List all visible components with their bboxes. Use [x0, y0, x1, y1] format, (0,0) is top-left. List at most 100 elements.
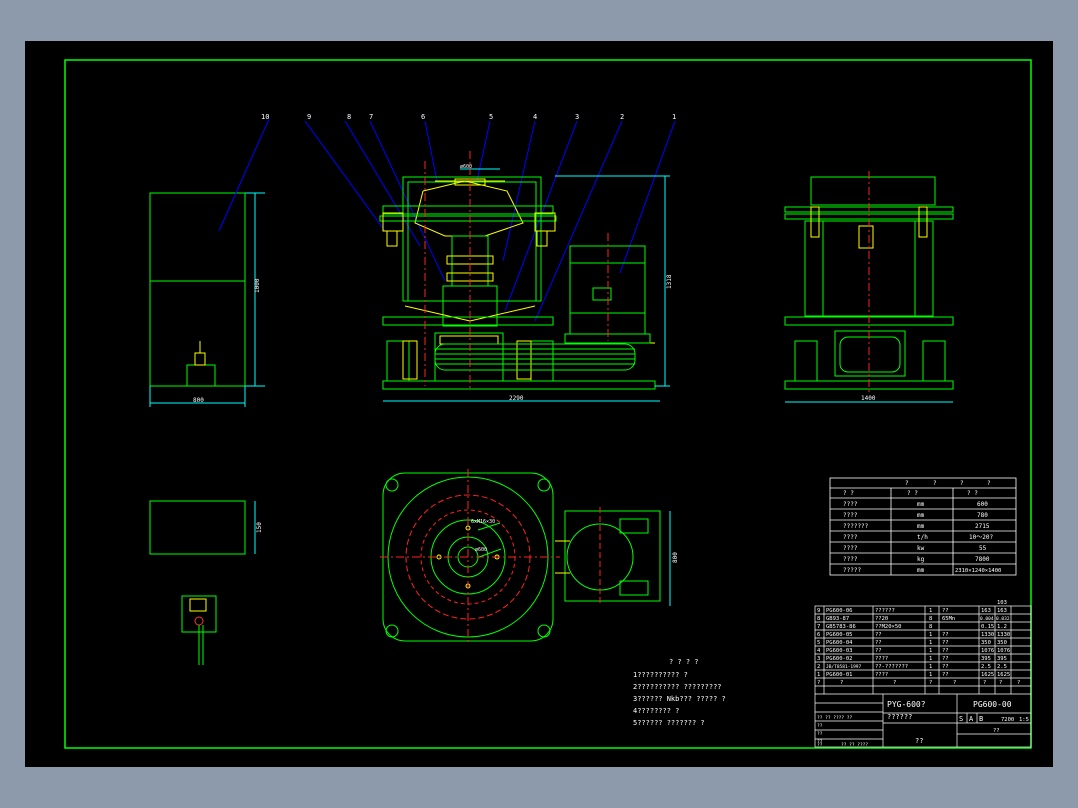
spec-header-1: ?: [905, 480, 909, 487]
bom-cell: 1: [929, 664, 932, 670]
bom-cell: 163: [981, 608, 991, 614]
bom-cell: 1: [929, 648, 932, 654]
bom-cell: ??: [942, 648, 949, 654]
small-box-view: [149, 500, 256, 555]
bom-cell: ??????: [875, 608, 895, 614]
bom-cell: ??: [875, 648, 882, 654]
bom-cell: 1: [929, 632, 932, 638]
bom-cell: 2: [817, 664, 820, 670]
dim-side-width: 1400: [861, 395, 876, 402]
bom-cell: 395: [997, 656, 1007, 662]
bom-cell: GB93-87: [826, 616, 849, 622]
balloon-5: 5: [489, 113, 493, 121]
bom-cell: 6: [817, 632, 820, 638]
dim-small-box: 150: [256, 522, 263, 533]
balloon-4: 4: [533, 113, 537, 121]
balloon-3: 3: [575, 113, 579, 121]
dim-plan-inner: ø600: [475, 547, 487, 553]
plan-view: [380, 469, 671, 645]
bom-header: ?: [893, 680, 896, 686]
spec-row-label: ????: [843, 534, 858, 541]
bom-cell: PG600-02: [826, 656, 853, 662]
spec-row-value: 2310×1240×1400: [955, 568, 1001, 574]
bom-header: ?: [929, 680, 932, 686]
bom-cell: JB/T8581-1997: [826, 664, 862, 670]
bom-cell: 1: [817, 672, 820, 678]
note-line-1: 1?????????? ?: [633, 671, 688, 679]
bom-cell: 2.5: [981, 664, 991, 670]
note-line-3: 3?????? Nkb??? ????? ?: [633, 695, 726, 703]
bom-header: ?: [983, 680, 986, 686]
bom-cell: 7: [817, 624, 820, 630]
sign-label: ?? ?? ????: [841, 742, 868, 748]
bom-cell: 0.032: [996, 616, 1010, 622]
title-subtitle: ??????: [887, 713, 912, 721]
drawing-sheet: 800 1000 150 10 9 8 7 6 5 4 3 2 1 ø600 2…: [25, 41, 1053, 767]
sheet-border: [64, 59, 1032, 749]
spec-row-value: 55: [979, 545, 987, 552]
sign-label: ??: [817, 723, 823, 729]
spec-row-label: ?????: [843, 567, 861, 574]
balloon-9: 9: [307, 113, 311, 121]
left-view: [149, 118, 270, 407]
dim-plan-bolts: 6xM16×30: [471, 519, 495, 525]
balloon-2: 2: [620, 113, 624, 121]
bom-cell: 1: [929, 608, 932, 614]
balloons: 10 9 8 7 6 5 4 3 2 1: [261, 113, 676, 121]
bom-cell: 1.2: [997, 624, 1007, 630]
spec-row-label: ????: [843, 501, 858, 508]
front-view: [379, 151, 670, 402]
bom-cell: 2.5: [997, 664, 1007, 670]
spec-row-label: ????: [843, 556, 858, 563]
bom-cell: 1076: [997, 648, 1010, 654]
spec-row-value: 600: [977, 501, 988, 508]
bom-cell: PG600-03: [826, 648, 853, 654]
bom-cell: 8: [929, 624, 932, 630]
spec-row-unit: mm: [917, 501, 925, 508]
bom-cell: ??: [942, 608, 949, 614]
spec-row-value: 7800: [975, 556, 990, 563]
bom-cell: ??: [875, 632, 882, 638]
bom-header: ?: [817, 680, 820, 686]
title-product: PYG-600?: [887, 700, 926, 709]
bom-header: ?: [840, 680, 843, 686]
bom-cell: 9: [817, 608, 820, 614]
bom-cell: ????: [875, 656, 888, 662]
stage-mark-s: S: [959, 715, 963, 723]
dim-front-width: 2290: [509, 395, 524, 402]
balloon-6: 6: [421, 113, 425, 121]
bom-cell: ??: [875, 640, 882, 646]
scale: 1:5: [1019, 717, 1029, 723]
bom-cell: PG600-06: [826, 608, 853, 614]
balloon-10: 10: [261, 113, 269, 121]
spec-row-unit: kw: [917, 545, 925, 552]
spec-row-unit: mm: [917, 567, 925, 574]
bom-cell: 1076: [981, 648, 994, 654]
sign-label: ??: [817, 742, 823, 748]
bom-cell: ??20: [875, 616, 888, 622]
bom-cell: 1625: [997, 672, 1010, 678]
dim-front-height: 1318: [666, 274, 673, 289]
bom-cell: PG600-01: [826, 672, 853, 678]
spec-row-unit: kg: [917, 556, 925, 563]
bom-cell: 8: [817, 616, 820, 622]
spec-row-value: 2715: [975, 523, 990, 530]
bom-cell: 350: [981, 640, 991, 646]
note-line-5: 5?????? ??????? ?: [633, 719, 705, 727]
bom-cell: 1: [929, 672, 932, 678]
dim-plan-height: 800: [672, 552, 679, 563]
sheet-total: ??: [993, 728, 1000, 734]
bom-cell: 1330: [981, 632, 994, 638]
cad-canvas: 800 1000 150 10 9 8 7 6 5 4 3 2 1 ø600 2…: [64, 59, 1032, 749]
balloon-1: 1: [672, 113, 676, 121]
dim-left-height: 1000: [254, 278, 261, 293]
spec-row-label: ????: [843, 545, 858, 552]
bom-cell: 8: [929, 616, 932, 622]
bom-cell: 395: [981, 656, 991, 662]
bom-cell: 1: [929, 640, 932, 646]
bom-cell: GB5783-86: [826, 624, 856, 630]
bom-cell: 163: [997, 608, 1007, 614]
drawing-number: PG600-00: [973, 700, 1012, 709]
bom-cell: 1625: [981, 672, 994, 678]
bom-cell: 5: [817, 640, 820, 646]
